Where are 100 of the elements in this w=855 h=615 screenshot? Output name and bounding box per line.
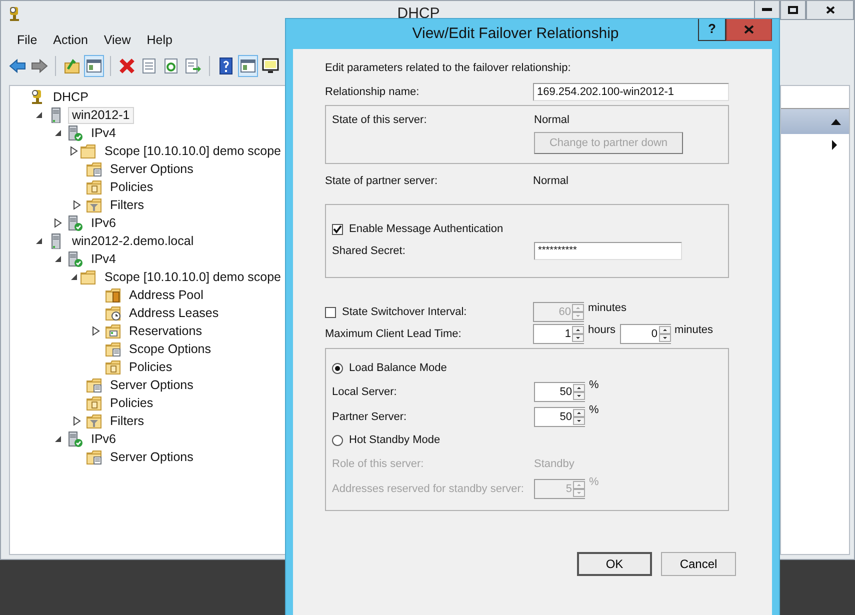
collapsed-arrow-icon[interactable]	[92, 326, 100, 336]
pane-button[interactable]	[84, 55, 104, 77]
value-text: Standby	[534, 458, 574, 470]
tree-item[interactable]: Server Options	[106, 376, 198, 394]
tree-item[interactable]: Policies	[125, 358, 176, 376]
folder-options-icon	[86, 161, 102, 177]
tree-item[interactable]: IPv4	[87, 250, 120, 268]
submenu-arrow-icon[interactable]	[832, 140, 837, 150]
unit-label: %	[589, 476, 599, 488]
radio-button[interactable]	[332, 362, 343, 374]
spin-down-icon[interactable]	[573, 392, 585, 400]
tree-item[interactable]: Scope Options	[125, 340, 215, 358]
folder-icon	[80, 143, 96, 159]
tree-item[interactable]: Scope [10.10.10.0] demo scope	[100, 268, 285, 286]
tree-item[interactable]: Policies	[106, 178, 158, 196]
folder-options-icon	[86, 449, 102, 465]
field-label: State of partner server:	[325, 175, 438, 187]
tree-item[interactable]: Address Pool	[125, 286, 208, 304]
collapsed-arrow-icon[interactable]	[73, 200, 81, 210]
expanded-arrow-icon[interactable]	[54, 255, 62, 263]
input-field[interactable]: 169.254.202.100-win2012-1	[533, 83, 729, 101]
spin-box[interactable]: 50	[534, 382, 585, 402]
tree-item[interactable]: Filters	[106, 412, 148, 430]
dialog-button[interactable]: OK	[577, 552, 652, 576]
field-label: Shared Secret:	[332, 245, 406, 257]
value-text: Normal	[534, 114, 570, 126]
server-check-icon	[67, 215, 83, 231]
value-text: Normal	[533, 175, 568, 187]
field-label: Addresses reserved for standby server:	[332, 482, 525, 494]
collapsed-arrow-icon[interactable]	[70, 146, 78, 156]
tree-item[interactable]: IPv6	[87, 430, 120, 448]
tree-item[interactable]: DHCP	[49, 88, 92, 106]
maximize-icon	[788, 6, 798, 14]
server-check-icon	[67, 125, 83, 141]
tree-item[interactable]: Scope [10.10.10.0] demo scope	[100, 142, 285, 160]
menu-item[interactable]: Help	[138, 33, 180, 47]
field-label: Maximum Client Lead Time:	[325, 328, 462, 340]
field-label: Role of this server:	[332, 458, 425, 470]
collapse-icon	[831, 118, 841, 124]
spin-up-icon[interactable]	[573, 408, 585, 416]
folder-options-icon	[105, 341, 121, 357]
spin-box[interactable]: 50	[534, 406, 585, 426]
tree-item[interactable]: win2012-2.demo.local	[68, 232, 198, 250]
checkbox[interactable]	[332, 224, 343, 234]
tree-item[interactable]: Server Options	[106, 448, 198, 466]
menu-item[interactable]: Action	[45, 33, 96, 47]
expanded-arrow-icon[interactable]	[35, 111, 43, 119]
close-icon	[744, 25, 754, 34]
close-button[interactable]	[806, 1, 854, 20]
radio-label: Load Balance Mode	[349, 362, 447, 374]
folder-funnel-icon	[86, 413, 102, 429]
menu-item[interactable]: View	[96, 33, 139, 47]
server-check-icon	[67, 251, 83, 267]
expanded-arrow-icon[interactable]	[54, 435, 62, 443]
spin-down-icon[interactable]	[572, 334, 584, 342]
tree-item[interactable]: IPv4	[87, 124, 120, 142]
unit-label: hours	[588, 324, 616, 336]
collapsed-arrow-icon[interactable]	[73, 416, 81, 426]
input-field[interactable]: **********	[534, 242, 682, 260]
spin-up-icon[interactable]	[573, 384, 585, 392]
radio-button[interactable]	[332, 434, 343, 446]
expanded-arrow-icon[interactable]	[35, 237, 43, 245]
dialog-button[interactable]: Cancel	[661, 552, 736, 576]
tree-item[interactable]: win2012-1	[68, 106, 134, 124]
checkbox-label: Enable Message Authentication	[349, 223, 504, 235]
pane-icon	[85, 57, 103, 75]
expanded-arrow-icon[interactable]	[70, 273, 78, 281]
checkmark-icon	[333, 224, 342, 234]
spin-down-icon[interactable]	[658, 334, 671, 342]
field-label: State of this server:	[332, 114, 428, 126]
spin-box[interactable]: 0	[620, 324, 671, 344]
expanded-arrow-icon[interactable]	[54, 129, 62, 137]
tree-item[interactable]: Filters	[106, 196, 148, 214]
maximize-button[interactable]	[780, 1, 806, 20]
folder-clock-icon	[105, 305, 121, 321]
tree-item[interactable]: Server Options	[106, 160, 198, 178]
refresh-icon	[162, 57, 180, 75]
spin-down-icon[interactable]	[573, 416, 585, 424]
pane-icon	[239, 57, 257, 75]
help-icon	[217, 57, 235, 75]
folder-up-icon	[63, 57, 81, 75]
field-label: Local Server:	[332, 386, 398, 398]
folder-document-icon	[86, 179, 102, 195]
help-button[interactable]: ?	[698, 19, 726, 41]
collapsed-arrow-icon[interactable]	[54, 218, 62, 228]
monitor-icon	[261, 57, 279, 75]
tree-item[interactable]: Policies	[106, 394, 158, 412]
menu-item[interactable]: File	[9, 33, 46, 47]
folder-funnel-icon	[86, 197, 102, 213]
tree-item[interactable]: IPv6	[87, 214, 120, 232]
checkbox-label: State Switchover Interval:	[342, 306, 467, 318]
spin-up-icon[interactable]	[572, 326, 584, 334]
spin-box[interactable]: 1	[533, 324, 584, 344]
unit-label: minutes	[674, 324, 714, 336]
properties-icon	[140, 57, 158, 75]
spin-up-icon[interactable]	[658, 326, 671, 334]
pane-button[interactable]	[238, 55, 258, 77]
tree-item[interactable]: Address Leases	[125, 304, 223, 322]
tree-item[interactable]: Reservations	[125, 322, 206, 340]
field-label: Relationship name:	[325, 86, 420, 98]
